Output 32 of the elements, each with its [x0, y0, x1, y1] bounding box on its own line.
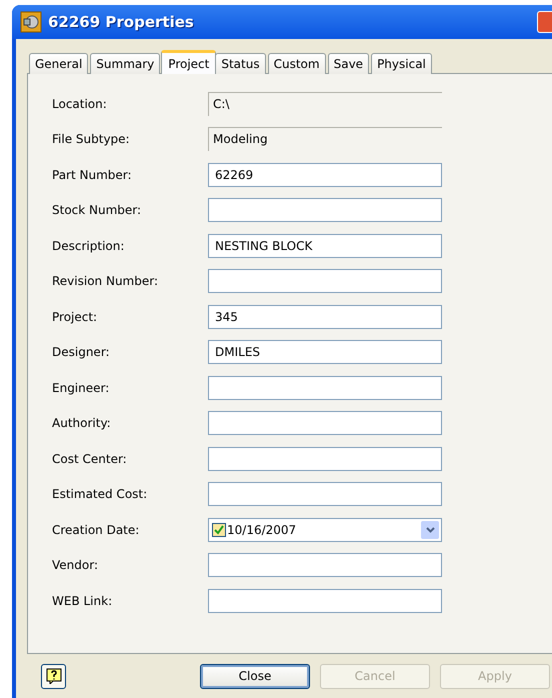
field-label: Authority: — [52, 415, 112, 432]
input-field[interactable]: 62269 — [208, 162, 442, 187]
input-field[interactable]: NESTING BLOCK — [208, 234, 442, 258]
tab[interactable]: Custom — [268, 53, 326, 74]
field-label: Estimated Cost: — [52, 486, 148, 504]
field-label: WEB Link: — [52, 592, 114, 610]
tab[interactable]: Physical — [371, 53, 432, 74]
date-value: 10/16/2007 — [227, 522, 296, 539]
window-title: 62269 Properties — [48, 12, 194, 33]
field-label: Vendor: — [52, 557, 99, 574]
dialog-button[interactable]: Close — [200, 664, 310, 688]
tab[interactable]: Project — [161, 50, 216, 74]
tab[interactable]: General — [29, 53, 88, 74]
readonly-field: Modeling — [208, 127, 442, 152]
field-label: Engineer: — [52, 380, 110, 397]
field-label: Part Number: — [52, 166, 133, 184]
date-picker[interactable]: 10/16/2007 — [208, 518, 442, 542]
input-field[interactable]: 345 — [208, 304, 442, 329]
field-label: Creation Date: — [52, 522, 140, 539]
field-label: Location: — [52, 96, 108, 113]
tab[interactable]: Save — [328, 53, 370, 74]
field-label: Designer: — [52, 344, 111, 362]
tab[interactable]: Status — [215, 53, 266, 74]
field-label: Description: — [52, 238, 126, 255]
field-label: Revision Number: — [52, 273, 160, 290]
field-label: Stock Number: — [52, 202, 142, 220]
field-label: Project: — [52, 308, 98, 326]
input-field[interactable]: DMILES — [208, 340, 442, 364]
tab[interactable]: Summary — [90, 53, 160, 74]
readonly-field: C:\ — [208, 92, 442, 116]
field-label: Cost Center: — [52, 450, 128, 468]
field-label: File Subtype: — [52, 131, 131, 148]
